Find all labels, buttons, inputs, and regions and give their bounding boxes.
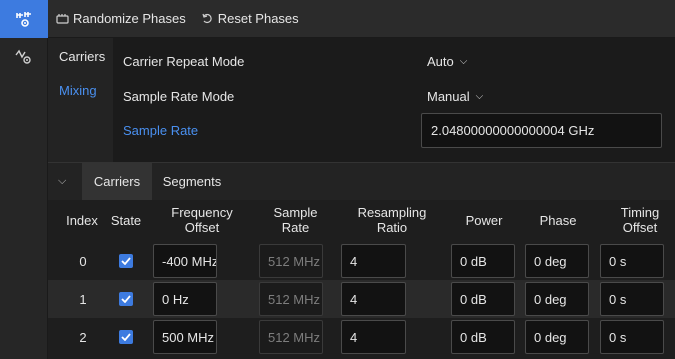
reset-phases-button[interactable]: Reset Phases (202, 11, 299, 26)
phase-input[interactable]: 0 deg (525, 282, 589, 316)
carrier-repeat-mode-dropdown[interactable]: Auto ⌵ (427, 54, 467, 69)
row-index: 1 (79, 291, 87, 307)
settings-subnav: Carriers Mixing (48, 38, 113, 162)
waveform-settings-icon (15, 49, 31, 64)
toolbar: Randomize Phases Reset Phases (48, 0, 675, 38)
carrier-repeat-mode-label: Carrier Repeat Mode (123, 54, 245, 69)
checkmark-icon (121, 295, 131, 303)
sample-rate-mode-dropdown[interactable]: Manual ⌵ (427, 89, 483, 104)
subnav-item-mixing[interactable]: Mixing (59, 83, 97, 98)
chevron-down-icon: ⌵ (475, 91, 484, 102)
tab-segments[interactable]: Segments (152, 163, 232, 200)
frequency-offset-input[interactable]: -400 MHz (153, 244, 217, 278)
sample-rate-cell: 512 MHz (259, 244, 323, 278)
reset-phases-label: Reset Phases (217, 11, 299, 26)
row-state-checkbox[interactable] (119, 254, 133, 268)
carriers-table: Index State Frequency Offset Sample Rate… (48, 200, 675, 359)
column-header-resampling-ratio: Resampling Ratio (357, 205, 427, 235)
frequency-offset-input[interactable]: 0 Hz (153, 282, 217, 316)
timing-offset-input[interactable]: 0 s (600, 282, 664, 316)
table-row: 2 500 MHz 512 MHz 4 0 dB 0 deg 0 s (48, 318, 675, 356)
sample-rate-input[interactable]: 2.04800000000000004 GHz (421, 113, 662, 148)
column-header-index: Index (66, 212, 98, 228)
column-header-sample-rate: Sample Rate (273, 205, 318, 235)
sample-rate-mode-label: Sample Rate Mode (123, 89, 235, 104)
column-header-phase: Phase (539, 212, 577, 228)
column-header-power: Power (465, 212, 503, 228)
table-header: Index State Frequency Offset Sample Rate… (48, 200, 675, 240)
waveform-settings-button[interactable] (0, 38, 48, 76)
column-header-frequency-offset: Frequency Offset (171, 205, 233, 235)
table-row: 0 -400 MHz 512 MHz 4 0 dB 0 deg 0 s (48, 242, 675, 280)
carrier-tabbar: ⌵ Carriers Segments (48, 163, 675, 200)
left-rail (0, 0, 48, 359)
chevron-down-icon[interactable]: ⌵ (58, 175, 66, 188)
checkmark-icon (121, 257, 131, 265)
checkmark-icon (121, 333, 131, 341)
mixing-settings-panel: Carrier Repeat Mode Auto ⌵ Sample Rate M… (113, 38, 675, 162)
frequency-offset-input[interactable]: 500 MHz (153, 320, 217, 354)
resampling-ratio-input[interactable]: 4 (341, 320, 406, 354)
power-input[interactable]: 0 dB (451, 244, 515, 278)
carrier-settings-icon (16, 12, 31, 27)
randomize-phases-button[interactable]: Randomize Phases (56, 11, 186, 26)
sample-rate-cell: 512 MHz (259, 320, 323, 354)
reset-icon (202, 13, 212, 23)
timing-offset-input[interactable]: 0 s (600, 320, 664, 354)
resampling-ratio-input[interactable]: 4 (341, 244, 406, 278)
tab-carriers[interactable]: Carriers (82, 163, 152, 200)
row-state-checkbox[interactable] (119, 292, 133, 306)
row-index: 2 (79, 329, 87, 345)
row-index: 0 (79, 253, 87, 269)
dice-icon (56, 13, 69, 24)
sample-rate-mode-value: Manual (427, 89, 470, 104)
power-input[interactable]: 0 dB (451, 282, 515, 316)
column-header-state: State (110, 212, 142, 228)
carrier-settings-button[interactable] (0, 0, 48, 38)
subnav-item-carriers[interactable]: Carriers (59, 49, 105, 64)
sample-rate-label[interactable]: Sample Rate (123, 123, 198, 138)
carrier-repeat-mode-value: Auto (427, 54, 454, 69)
resampling-ratio-input[interactable]: 4 (341, 282, 406, 316)
phase-input[interactable]: 0 deg (525, 320, 589, 354)
row-state-checkbox[interactable] (119, 330, 133, 344)
randomize-phases-label: Randomize Phases (73, 11, 186, 26)
chevron-down-icon: ⌵ (459, 56, 468, 67)
phase-input[interactable]: 0 deg (525, 244, 589, 278)
power-input[interactable]: 0 dB (451, 320, 515, 354)
sample-rate-cell: 512 MHz (259, 282, 323, 316)
table-row: 1 0 Hz 512 MHz 4 0 dB 0 deg 0 s (48, 280, 675, 318)
column-header-timing-offset: Timing Offset (620, 205, 660, 235)
timing-offset-input[interactable]: 0 s (600, 244, 664, 278)
